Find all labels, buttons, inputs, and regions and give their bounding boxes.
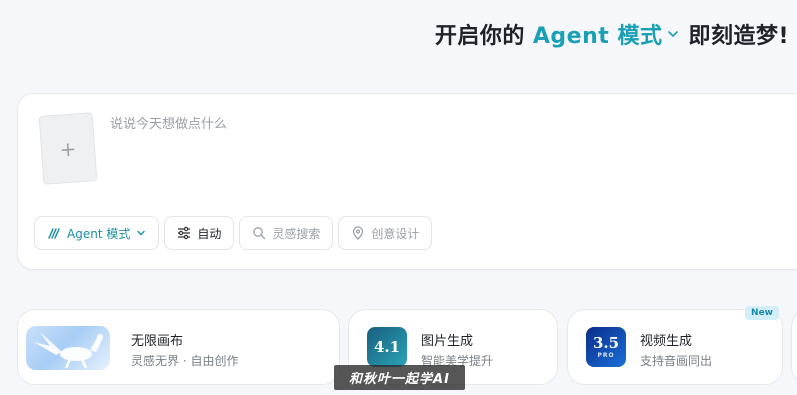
composer-toolbar: Agent 模式 自动 灵感搜索 创意设计 bbox=[34, 216, 433, 250]
video-model-thumbnail: 3.5 PRO bbox=[586, 327, 626, 367]
headline-prefix: 开启你的 bbox=[434, 24, 525, 49]
chevron-down-icon bbox=[137, 230, 146, 236]
image-model-version: 4.1 bbox=[373, 338, 401, 356]
creative-design-chip[interactable]: 创意设计 bbox=[338, 216, 433, 250]
location-pin-icon bbox=[353, 226, 364, 240]
headline-suffix: 即刻造梦! bbox=[688, 24, 789, 49]
prompt-composer: + 说说今天想做点什么 Agent 模式 自动 灵感搜索 创意设计 bbox=[17, 93, 797, 270]
pegasus-thumbnail bbox=[26, 326, 110, 370]
watermark: 和秋叶一起学AI bbox=[334, 365, 465, 390]
page-headline: 开启你的 Agent 模式 即刻造梦! bbox=[435, 18, 789, 50]
inspiration-search-chip[interactable]: 灵感搜索 bbox=[239, 216, 334, 250]
agent-mode-dropdown[interactable]: Agent 模式 bbox=[533, 18, 689, 50]
card-subtitle: 灵感无界 · 自由创作 bbox=[131, 354, 239, 368]
card-title: 视频生成 bbox=[640, 334, 693, 349]
sliders-icon bbox=[178, 226, 191, 240]
card-subtitle: 支持音画同出 bbox=[640, 354, 713, 368]
creative-design-label: 创意设计 bbox=[371, 226, 420, 241]
inspiration-search-label: 灵感搜索 bbox=[272, 226, 321, 241]
video-model-tier: PRO bbox=[597, 351, 615, 359]
search-icon bbox=[253, 227, 266, 240]
agent-icon bbox=[48, 228, 60, 239]
new-badge: New bbox=[745, 306, 779, 320]
agent-mode-label: Agent 模式 bbox=[532, 24, 663, 49]
next-card-partial[interactable] bbox=[791, 309, 797, 385]
card-title: 无限画布 bbox=[131, 334, 184, 349]
auto-settings-chip[interactable]: 自动 bbox=[164, 216, 235, 250]
video-model-version: 3.5 bbox=[592, 333, 620, 352]
upload-reference-button[interactable]: + bbox=[38, 112, 98, 185]
prompt-input[interactable]: 说说今天想做点什么 bbox=[110, 113, 227, 132]
chevron-down-icon bbox=[668, 31, 679, 38]
card-title: 图片生成 bbox=[421, 334, 474, 349]
agent-mode-chip-label: Agent 模式 bbox=[67, 226, 131, 241]
plus-icon: + bbox=[58, 135, 78, 162]
image-model-thumbnail: 4.1 bbox=[367, 327, 407, 367]
infinite-canvas-card[interactable]: 无限画布 灵感无界 · 自由创作 bbox=[17, 309, 340, 385]
agent-mode-chip[interactable]: Agent 模式 bbox=[34, 216, 160, 250]
auto-chip-label: 自动 bbox=[197, 226, 222, 241]
video-generation-card[interactable]: New 3.5 PRO 视频生成 支持音画同出 bbox=[567, 306, 783, 385]
